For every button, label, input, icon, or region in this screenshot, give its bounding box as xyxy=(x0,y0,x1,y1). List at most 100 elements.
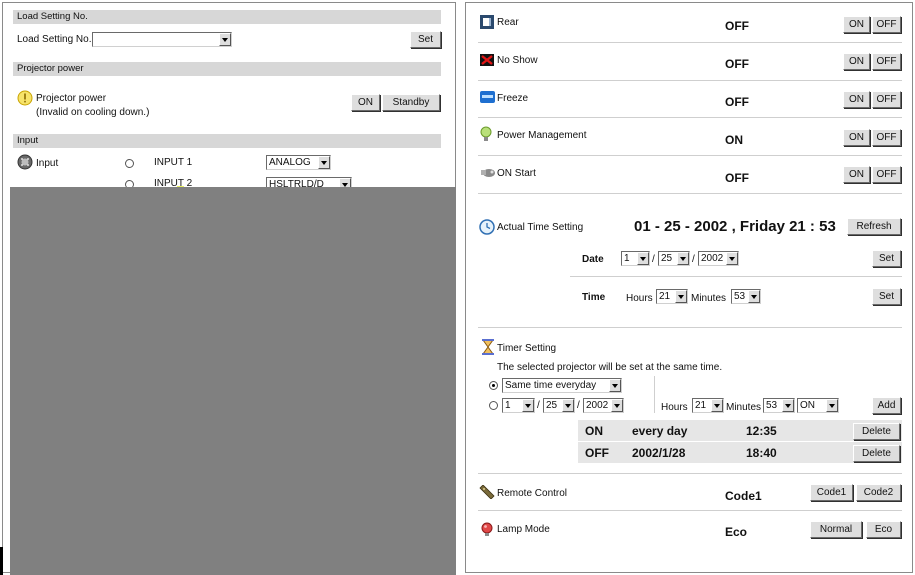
load-setting-header: Load Setting No. xyxy=(13,10,441,24)
chevron-down-icon xyxy=(609,379,621,392)
timer-minutes-select[interactable]: 53 xyxy=(763,398,795,413)
warning-icon xyxy=(17,90,33,106)
freeze-state: OFF xyxy=(725,95,749,109)
timer-action-select[interactable]: ON xyxy=(797,398,839,413)
power-on-button[interactable]: ON xyxy=(351,94,380,111)
time-setting-label: Actual Time Setting xyxy=(497,222,584,233)
power-management-on-button[interactable]: ON xyxy=(843,129,870,146)
projector-power-label: Projector power xyxy=(36,93,107,104)
hourglass-icon xyxy=(482,339,494,355)
on-start-on-button[interactable]: ON xyxy=(843,166,870,183)
time-minutes-select[interactable]: 53 xyxy=(731,289,761,304)
divider xyxy=(570,276,902,277)
no-show-off-button[interactable]: OFF xyxy=(872,53,901,70)
clock-icon xyxy=(479,219,495,235)
date-separator: / xyxy=(692,254,695,265)
lamp-icon xyxy=(481,522,493,536)
lamp-normal-button[interactable]: Normal xyxy=(810,521,862,538)
input-icon xyxy=(17,154,33,170)
chevron-down-icon xyxy=(726,252,738,265)
date-day-select[interactable]: 25 xyxy=(658,251,690,266)
timer-day-select[interactable]: 25 xyxy=(543,398,575,413)
date-set-button[interactable]: Set xyxy=(872,250,901,267)
lamp-mode-state: Eco xyxy=(725,525,748,539)
lamp-eco-button[interactable]: Eco xyxy=(866,521,901,538)
chevron-down-icon xyxy=(318,156,330,169)
load-setting-label: Load Setting No. xyxy=(17,34,92,45)
power-standby-button[interactable]: Standby xyxy=(382,94,440,111)
input1-mode-value: ANALOG xyxy=(269,157,311,168)
timer-setting-label: Timer Setting xyxy=(497,343,557,354)
timer-entry-delete-button[interactable]: Delete xyxy=(853,445,900,462)
timer-entry-when: every day xyxy=(632,424,688,438)
date-month-select[interactable]: 1 xyxy=(621,251,650,266)
refresh-button[interactable]: Refresh xyxy=(847,218,901,235)
divider xyxy=(478,117,902,118)
lamp-mode-label: Lamp Mode xyxy=(497,524,550,535)
divider xyxy=(478,473,902,474)
rear-off-button[interactable]: OFF xyxy=(872,16,901,33)
no-show-label: No Show xyxy=(497,55,538,66)
timer-hours-label: Hours xyxy=(661,402,688,413)
rear-on-button[interactable]: ON xyxy=(843,16,870,33)
timer-repeat-radio[interactable] xyxy=(489,381,498,390)
timer-entry-delete-button[interactable]: Delete xyxy=(853,423,900,440)
date-separator: / xyxy=(577,400,580,411)
timer-month-value: 1 xyxy=(505,400,511,411)
chevron-down-icon xyxy=(711,399,723,412)
date-year-value: 2002 xyxy=(701,253,724,264)
remote-control-label: Remote Control xyxy=(497,488,568,499)
chevron-down-icon xyxy=(782,399,794,412)
chevron-down-icon xyxy=(748,290,760,303)
no-show-on-button[interactable]: ON xyxy=(843,53,870,70)
power-management-off-button[interactable]: OFF xyxy=(872,129,901,146)
input-header: Input xyxy=(13,134,441,148)
timer-hours-select[interactable]: 21 xyxy=(692,398,724,413)
divider xyxy=(478,80,902,81)
timer-repeat-select[interactable]: Same time everyday xyxy=(502,378,622,393)
freeze-label: Freeze xyxy=(497,93,529,104)
chevron-down-icon xyxy=(826,399,838,412)
date-month-value: 1 xyxy=(624,253,630,264)
projector-power-header: Projector power xyxy=(13,62,441,76)
timer-hours-value: 21 xyxy=(695,400,707,411)
chevron-down-icon xyxy=(677,252,689,265)
chevron-down-icon xyxy=(522,399,534,412)
on-start-off-button[interactable]: OFF xyxy=(872,166,901,183)
on-start-label: ON Start xyxy=(497,168,536,179)
timer-year-select[interactable]: 2002 xyxy=(583,398,624,413)
lightbulb-icon xyxy=(480,126,492,141)
input-label: Input xyxy=(36,158,59,169)
load-setting-select[interactable] xyxy=(92,32,232,47)
divider xyxy=(478,155,902,156)
remote-code1-button[interactable]: Code1 xyxy=(810,484,853,501)
timer-add-button[interactable]: Add xyxy=(872,397,901,414)
load-setting-set-button[interactable]: Set xyxy=(410,31,441,48)
remote-code2-button[interactable]: Code2 xyxy=(856,484,901,501)
timer-repeat-value: Same time everyday xyxy=(505,380,597,391)
time-hours-select[interactable]: 21 xyxy=(656,289,688,304)
timer-month-select[interactable]: 1 xyxy=(502,398,535,413)
chevron-down-icon xyxy=(219,33,231,46)
input1-mode-select[interactable]: ANALOG xyxy=(266,155,331,170)
date-day-value: 25 xyxy=(661,253,673,264)
freeze-on-button[interactable]: ON xyxy=(843,91,870,108)
rear-icon xyxy=(480,15,494,29)
time-minutes-value: 53 xyxy=(734,291,746,302)
timer-entry-action: OFF xyxy=(585,446,609,460)
no-show-icon xyxy=(480,54,494,66)
date-year-select[interactable]: 2002 xyxy=(698,251,739,266)
power-management-state: ON xyxy=(725,133,743,147)
timer-entry-time: 12:35 xyxy=(746,424,777,438)
hours-label: Hours xyxy=(626,293,653,304)
timer-entry-action: ON xyxy=(585,424,603,438)
timer-year-value: 2002 xyxy=(586,400,609,411)
input1-radio[interactable] xyxy=(125,159,134,168)
input1-label: INPUT 1 xyxy=(154,157,193,168)
date-separator: / xyxy=(652,254,655,265)
time-set-button[interactable]: Set xyxy=(872,288,901,305)
timer-entry-time: 18:40 xyxy=(746,446,777,460)
timer-date-radio[interactable] xyxy=(489,401,498,410)
date-label: Date xyxy=(582,254,604,265)
freeze-off-button[interactable]: OFF xyxy=(872,91,901,108)
